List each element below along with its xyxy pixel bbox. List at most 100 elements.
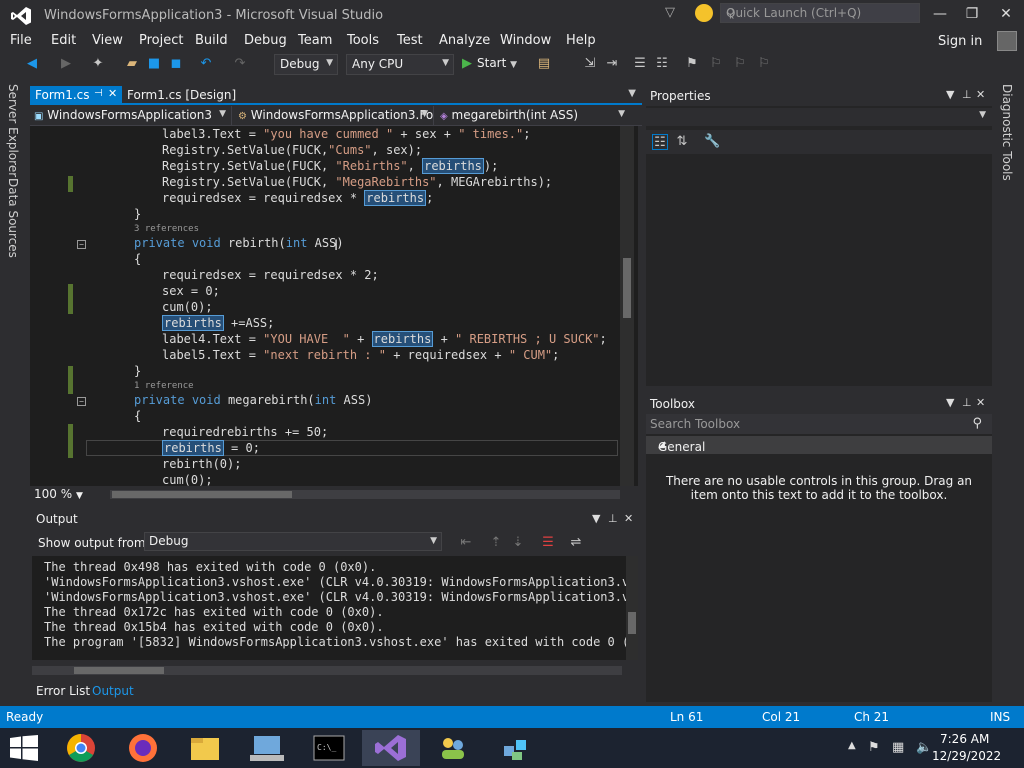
remote-desktop-taskbar-button[interactable] xyxy=(238,730,296,766)
menu-tools[interactable]: Tools xyxy=(347,33,379,48)
start-debugging-button[interactable]: ▶ Start ▼ xyxy=(462,56,517,71)
code-editor[interactable]: − − label3.Text = "you have cummed " + s… xyxy=(30,126,638,486)
pin-icon[interactable]: ⊥ xyxy=(608,512,618,525)
panel-dropdown-icon[interactable]: ▼ xyxy=(946,88,954,101)
clear-bookmarks-icon[interactable]: ⚐ xyxy=(756,56,772,72)
feedback-smiley-icon[interactable] xyxy=(695,4,713,22)
navigate-back-icon[interactable]: ◀ xyxy=(24,56,40,72)
output-vertical-scrollbar[interactable] xyxy=(626,556,638,660)
network-icon[interactable]: ▦ xyxy=(892,740,904,755)
menu-project[interactable]: Project xyxy=(139,33,183,48)
menu-team[interactable]: Team xyxy=(298,33,332,48)
pin-icon[interactable]: ⊥ xyxy=(962,396,972,409)
tab-form1-cs[interactable]: Form1.cs ⊣ ✕ xyxy=(30,86,122,105)
collapse-rebirth-icon[interactable]: − xyxy=(77,240,86,249)
search-icon[interactable]: ⚲ xyxy=(726,6,915,20)
people-app-taskbar-button[interactable] xyxy=(424,730,482,766)
menu-test[interactable]: Test xyxy=(397,33,423,48)
comment-icon[interactable]: ☰ xyxy=(632,56,648,72)
notification-filter-icon[interactable]: ▽ xyxy=(665,5,679,21)
minimize-button[interactable]: — xyxy=(926,4,954,24)
pin-icon[interactable]: ⊥ xyxy=(962,88,972,101)
panel-dropdown-icon[interactable]: ▼ xyxy=(946,396,954,409)
scrollbar-thumb[interactable] xyxy=(112,491,292,498)
close-icon[interactable]: ✕ xyxy=(624,512,633,525)
clock-date[interactable]: 12/29/2022 xyxy=(932,749,1001,763)
save-icon[interactable]: ■ xyxy=(146,56,162,72)
pin-icon[interactable]: ⊣ xyxy=(94,88,103,99)
menu-view[interactable]: View xyxy=(92,33,123,48)
solution-configuration-dropdown[interactable]: Debug ▼ xyxy=(274,54,338,75)
menu-build[interactable]: Build xyxy=(195,33,228,48)
undo-icon[interactable]: ↶ xyxy=(198,56,214,72)
quick-launch-box[interactable]: Quick Launch (Ctrl+Q) ⚲ xyxy=(720,3,920,23)
clock-time[interactable]: 7:26 AM xyxy=(940,732,989,746)
tab-error-list[interactable]: Error List xyxy=(36,684,90,698)
solution-platform-dropdown[interactable]: Any CPU ▼ xyxy=(346,54,454,75)
flag-icon[interactable]: ⚑ xyxy=(868,740,880,755)
tab-form1-design[interactable]: Form1.cs [Design] xyxy=(127,88,236,102)
editor-vertical-scrollbar[interactable] xyxy=(620,126,634,486)
clear-all-icon[interactable]: ☰ xyxy=(540,535,556,551)
panel-dropdown-icon[interactable]: ▼ xyxy=(592,512,600,525)
bookmark-icon[interactable]: ⚑ xyxy=(684,56,700,72)
scrollbar-thumb[interactable] xyxy=(623,258,631,318)
menu-debug[interactable]: Debug xyxy=(244,33,287,48)
data-sources-tab[interactable]: Data Sources xyxy=(6,178,20,258)
menu-window[interactable]: Window xyxy=(500,33,551,48)
menu-analyze[interactable]: Analyze xyxy=(439,33,490,48)
step-into-icon[interactable]: ⇲ xyxy=(582,56,598,72)
menu-file[interactable]: File xyxy=(10,33,32,48)
diagnostic-tools-tab[interactable]: Diagnostic Tools xyxy=(1000,84,1014,181)
tab-output[interactable]: Output xyxy=(90,682,136,700)
show-hidden-icons-chevron-icon[interactable]: ▲ xyxy=(848,740,856,751)
close-tab-icon[interactable]: ✕ xyxy=(108,87,117,100)
find-in-files-icon[interactable]: ▤ xyxy=(536,56,552,72)
new-project-icon[interactable]: ✦ xyxy=(90,56,106,72)
network-app-taskbar-button[interactable] xyxy=(486,730,544,766)
visual-studio-taskbar-button[interactable] xyxy=(362,730,420,766)
navigate-forward-icon[interactable]: ▶ xyxy=(58,56,74,72)
step-over-icon[interactable]: ⇥ xyxy=(604,56,620,72)
editor-horizontal-scrollbar[interactable] xyxy=(110,490,620,499)
chrome-taskbar-button[interactable] xyxy=(52,730,110,766)
command-prompt-taskbar-button[interactable]: C:\_ xyxy=(300,730,358,766)
tab-overflow-chevron-icon[interactable]: ▼ xyxy=(628,88,636,99)
member-dropdown[interactable]: ◈ megarebirth(int ASS) ▼ xyxy=(436,106,630,126)
windows-start-icon[interactable] xyxy=(10,735,38,761)
volume-icon[interactable]: 🔈 xyxy=(916,740,932,755)
zoom-level-dropdown[interactable]: 100 % ▼ xyxy=(34,487,83,501)
open-file-icon[interactable]: ▰ xyxy=(124,56,140,72)
server-explorer-tab[interactable]: Server Explorer xyxy=(6,84,20,177)
firefox-taskbar-button[interactable] xyxy=(114,730,172,766)
property-pages-icon[interactable]: 🔧 xyxy=(704,134,720,150)
next-bookmark-icon[interactable]: ⚐ xyxy=(732,56,748,72)
search-icon[interactable]: ⚲ xyxy=(972,416,982,431)
maximize-button[interactable]: ❐ xyxy=(958,4,986,24)
menu-help[interactable]: Help xyxy=(566,33,596,48)
save-all-icon[interactable]: ◼ xyxy=(168,56,184,72)
close-icon[interactable]: ✕ xyxy=(976,396,985,409)
output-horizontal-scrollbar[interactable] xyxy=(32,666,622,675)
previous-message-icon[interactable]: ⇡ xyxy=(488,535,504,551)
codelens-references[interactable]: 1 reference xyxy=(134,381,194,391)
close-icon[interactable]: ✕ xyxy=(976,88,985,101)
output-text-area[interactable]: The thread 0x498 has exited with code 0 … xyxy=(32,556,626,660)
project-dropdown[interactable]: ▣ WindowsFormsApplication3 ▼ xyxy=(30,106,232,126)
toolbox-search-input[interactable]: Search Toolbox ⚲ xyxy=(646,414,992,434)
redo-icon[interactable]: ↷ xyxy=(232,56,248,72)
uncomment-icon[interactable]: ☷ xyxy=(654,56,670,72)
categorized-icon[interactable]: ☷ xyxy=(652,134,668,150)
menu-edit[interactable]: Edit xyxy=(51,33,76,48)
class-dropdown[interactable]: ⚙ WindowsFormsApplication3.Fo ▼ xyxy=(234,106,434,126)
next-message-icon[interactable]: ⇣ xyxy=(510,535,526,551)
output-source-dropdown[interactable]: Debug ▼ xyxy=(144,532,442,551)
find-message-icon[interactable]: ⇤ xyxy=(458,535,474,551)
file-explorer-taskbar-button[interactable] xyxy=(176,730,234,766)
toolbox-group-general[interactable]: ◢ General xyxy=(646,436,992,454)
word-wrap-icon[interactable]: ⇌ xyxy=(568,535,584,551)
account-icon[interactable] xyxy=(997,31,1017,51)
prev-bookmark-icon[interactable]: ⚐ xyxy=(708,56,724,72)
properties-object-dropdown[interactable]: ▼ xyxy=(646,108,992,126)
alphabetical-icon[interactable]: ⇅ xyxy=(674,134,690,150)
